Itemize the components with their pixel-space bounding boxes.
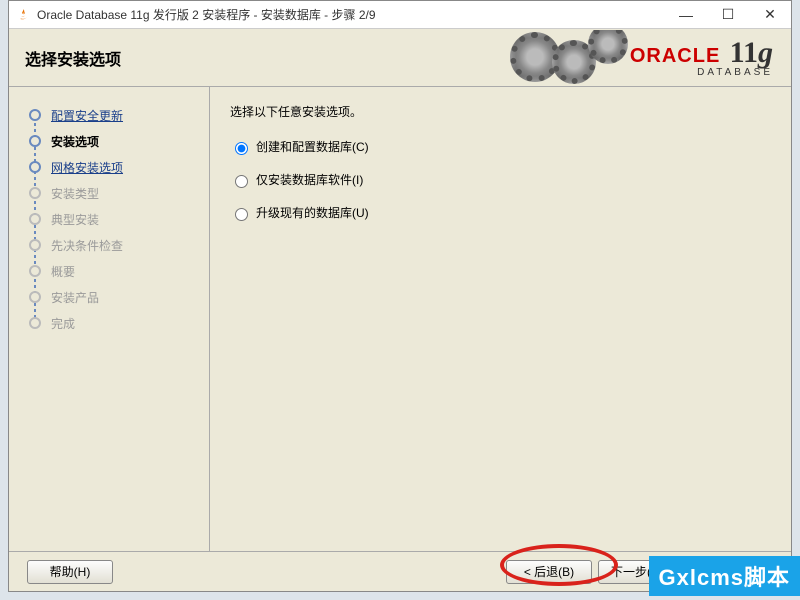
step-label: 典型安装 bbox=[51, 211, 99, 228]
sidebar-step-1: 安装选项 bbox=[29, 129, 201, 153]
step-dot-icon bbox=[29, 109, 41, 121]
step-dot-icon bbox=[29, 317, 41, 329]
install-option-label: 仅安装数据库软件(I) bbox=[256, 171, 363, 188]
header: 选择安装选项 ORACLE 11g DATABASE bbox=[9, 29, 791, 87]
install-option-0[interactable]: 创建和配置数据库(C) bbox=[230, 138, 771, 155]
watermark: Gxlcms脚本 bbox=[649, 556, 800, 596]
content-panel: 选择以下任意安装选项。 创建和配置数据库(C) 仅安装数据库软件(I) 升级现有的数… bbox=[209, 87, 791, 551]
maximize-button[interactable]: ☐ bbox=[707, 2, 749, 28]
install-option-2[interactable]: 升级现有的数据库(U) bbox=[230, 204, 771, 221]
content-prompt: 选择以下任意安装选项。 bbox=[230, 103, 771, 120]
step-dot-icon bbox=[29, 265, 41, 277]
installer-window: Oracle Database 11g 发行版 2 安装程序 - 安装数据库 -… bbox=[8, 0, 792, 592]
back-button[interactable]: < 后退(B) bbox=[506, 560, 592, 584]
install-option-label: 升级现有的数据库(U) bbox=[256, 204, 369, 221]
step-dot-icon bbox=[29, 187, 41, 199]
page-title: 选择安装选项 bbox=[25, 46, 500, 70]
sidebar-step-2[interactable]: 网格安装选项 bbox=[29, 155, 201, 179]
step-label: 概要 bbox=[51, 263, 75, 280]
step-label: 安装类型 bbox=[51, 185, 99, 202]
sidebar-step-7: 安装产品 bbox=[29, 285, 201, 309]
step-label: 先决条件检查 bbox=[51, 237, 123, 254]
step-label: 网格安装选项 bbox=[51, 159, 123, 176]
install-option-radio-0[interactable] bbox=[235, 142, 248, 155]
close-button[interactable]: ✕ bbox=[749, 2, 791, 28]
sidebar: 配置安全更新安装选项网格安装选项安装类型典型安装先决条件检查概要安装产品完成 bbox=[9, 87, 209, 551]
help-button[interactable]: 帮助(H) bbox=[27, 560, 113, 584]
install-option-radio-2[interactable] bbox=[235, 208, 248, 221]
step-label: 安装选项 bbox=[51, 133, 99, 150]
step-dot-icon bbox=[29, 161, 41, 173]
step-dot-icon bbox=[29, 135, 41, 147]
sidebar-step-8: 完成 bbox=[29, 311, 201, 335]
install-option-1[interactable]: 仅安装数据库软件(I) bbox=[230, 171, 771, 188]
sidebar-step-4: 典型安装 bbox=[29, 207, 201, 231]
sidebar-step-3: 安装类型 bbox=[29, 181, 201, 205]
step-label: 完成 bbox=[51, 315, 75, 332]
java-icon bbox=[15, 7, 31, 23]
gears-graphic bbox=[500, 30, 630, 86]
titlebar: Oracle Database 11g 发行版 2 安装程序 - 安装数据库 -… bbox=[9, 1, 791, 29]
install-option-label: 创建和配置数据库(C) bbox=[256, 138, 369, 155]
oracle-logo: ORACLE 11g DATABASE bbox=[630, 38, 773, 78]
step-dot-icon bbox=[29, 213, 41, 225]
step-dot-icon bbox=[29, 291, 41, 303]
main-area: 配置安全更新安装选项网格安装选项安装类型典型安装先决条件检查概要安装产品完成 选… bbox=[9, 87, 791, 551]
install-option-radio-1[interactable] bbox=[235, 175, 248, 188]
step-dot-icon bbox=[29, 239, 41, 251]
window-controls: — ☐ ✕ bbox=[665, 2, 791, 28]
minimize-button[interactable]: — bbox=[665, 2, 707, 28]
sidebar-step-6: 概要 bbox=[29, 259, 201, 283]
step-label: 安装产品 bbox=[51, 289, 99, 306]
version-badge: 11g bbox=[730, 38, 773, 68]
sidebar-step-5: 先决条件检查 bbox=[29, 233, 201, 257]
sidebar-step-0[interactable]: 配置安全更新 bbox=[29, 103, 201, 127]
step-label: 配置安全更新 bbox=[51, 107, 123, 124]
window-title: Oracle Database 11g 发行版 2 安装程序 - 安装数据库 -… bbox=[37, 6, 665, 23]
